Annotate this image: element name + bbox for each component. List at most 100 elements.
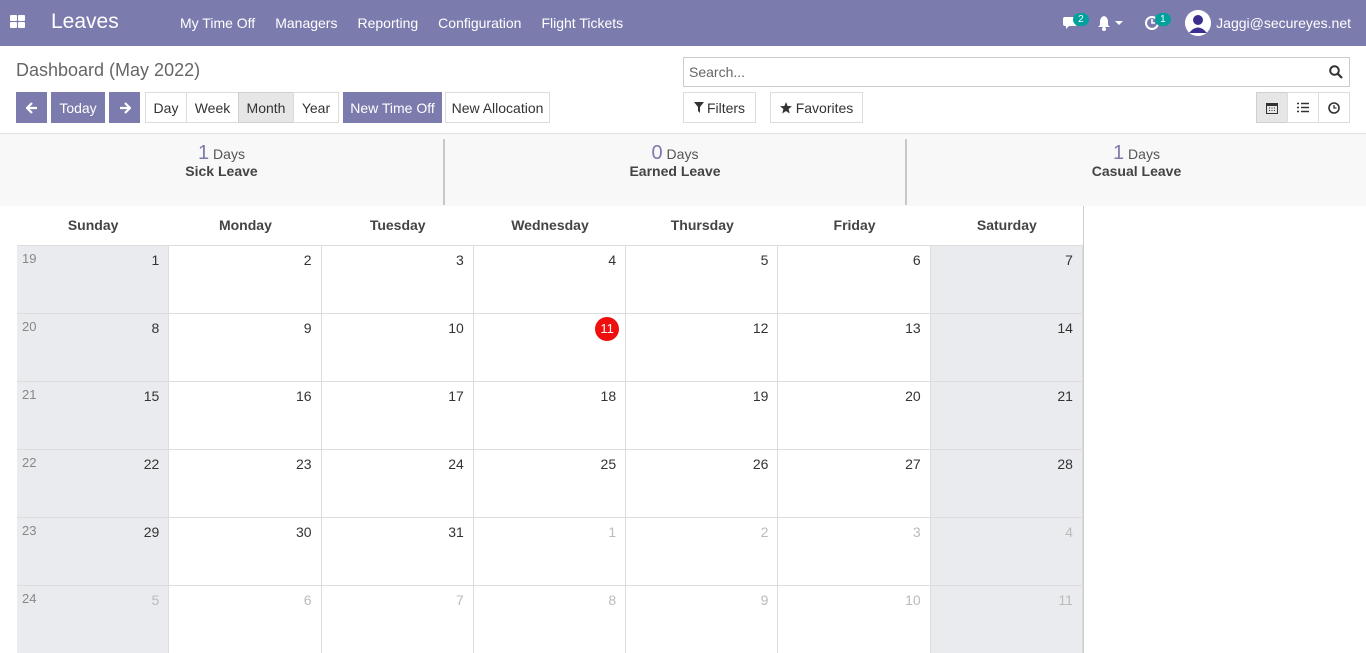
next-button[interactable]	[109, 92, 140, 123]
apps-grid-icon[interactable]	[10, 15, 26, 29]
messaging-menu[interactable]: 2	[1063, 0, 1089, 46]
app-brand[interactable]: Leaves	[51, 10, 119, 34]
calendar-day-cell[interactable]: 26	[626, 450, 779, 518]
user-menu[interactable]: Jaggi@secureyes.net	[1185, 10, 1351, 36]
previous-button[interactable]	[16, 92, 47, 123]
calendar-day-cell[interactable]: 24	[321, 450, 474, 518]
week-number: 23	[22, 523, 37, 538]
calendar-day-cell[interactable]: 5	[626, 246, 779, 314]
calendar-day-cell[interactable]: 3	[778, 518, 931, 586]
calendar-day-cell[interactable]: 14	[930, 314, 1083, 382]
search-icon[interactable]	[1329, 65, 1343, 79]
calendar-day-cell[interactable]: 31	[321, 518, 474, 586]
calendar-day-cell[interactable]: 20 8	[17, 314, 170, 382]
calendar-day-cell[interactable]: 20	[778, 382, 931, 450]
menu-flight-tickets[interactable]: Flight Tickets	[531, 0, 633, 46]
day-number: 2	[760, 524, 769, 540]
calendar-day-cell[interactable]: 19 1	[17, 246, 170, 314]
calendar-day-cell[interactable]: 17	[321, 382, 474, 450]
calendar-day-cell[interactable]: 6	[169, 586, 322, 653]
calendar-week-row: 20 8 9 10 11 12 13 14	[17, 313, 1083, 382]
day-number: 15	[143, 388, 160, 404]
month-calendar: Sunday Monday Tuesday Wednesday Thursday…	[17, 206, 1084, 653]
calendar-day-cell[interactable]: 9	[169, 314, 322, 382]
day-number: 12	[752, 320, 769, 336]
calendar-day-cell[interactable]: 21	[930, 382, 1083, 450]
weekday-friday: Friday	[833, 217, 876, 233]
new-allocation-button[interactable]: New Allocation	[445, 92, 550, 123]
calendar-day-cell[interactable]: 25	[473, 450, 627, 518]
scale-month-button[interactable]: Month	[238, 92, 294, 123]
calendar-day-cell[interactable]: 19	[626, 382, 779, 450]
weekday-sunday: Sunday	[67, 217, 119, 233]
day-number: 13	[905, 320, 921, 336]
calendar-day-cell[interactable]: 22 22	[17, 450, 170, 518]
weekday-header: Sunday Monday Tuesday Wednesday Thursday…	[17, 206, 1083, 245]
calendar-view-button[interactable]	[1256, 92, 1288, 123]
new-time-off-button[interactable]: New Time Off	[343, 92, 442, 123]
summary-label: Earned Leave	[629, 163, 721, 179]
summary-unit: Days	[1128, 146, 1160, 162]
day-number: 20	[905, 388, 921, 404]
calendar-day-cell[interactable]: 16	[169, 382, 322, 450]
day-number: 28	[1057, 456, 1073, 472]
day-number: 4	[1065, 524, 1073, 540]
calendar-day-cell[interactable]: 1	[473, 518, 627, 586]
scale-year-button[interactable]: Year	[293, 92, 339, 123]
day-number: 26	[752, 456, 769, 472]
calendar-day-cell[interactable]: 28	[930, 450, 1083, 518]
day-number: 6	[912, 252, 921, 268]
filters-button[interactable]: Filters	[683, 92, 756, 123]
day-number: 1	[608, 524, 617, 540]
calendar-day-cell[interactable]: 2	[169, 246, 322, 314]
filter-icon	[693, 102, 704, 113]
calendar-day-cell[interactable]: 24 5	[17, 586, 170, 653]
calendar-day-cell[interactable]: 18	[473, 382, 627, 450]
calendar-day-cell[interactable]: 8	[473, 586, 627, 653]
calendar-day-cell[interactable]: 27	[778, 450, 931, 518]
today-button[interactable]: Today	[51, 92, 105, 123]
weekday-thursday: Thursday	[670, 217, 734, 233]
scale-day-button[interactable]: Day	[145, 92, 187, 123]
search-input[interactable]	[684, 58, 1304, 86]
menu-managers[interactable]: Managers	[265, 0, 347, 46]
leave-summary: 1 Days Sick Leave 0 Days Earned Leave 1 …	[0, 133, 1366, 206]
calendar-day-cell[interactable]: 13	[778, 314, 931, 382]
calendar-day-cell[interactable]: 12	[626, 314, 779, 382]
scale-week-button[interactable]: Week	[186, 92, 239, 123]
notifications-menu[interactable]	[1097, 0, 1124, 46]
avatar	[1185, 10, 1212, 36]
day-number: 16	[295, 388, 312, 404]
calendar-day-cell[interactable]: 23 29	[17, 518, 170, 586]
day-number: 31	[448, 524, 464, 540]
calendar-day-cell[interactable]: 9	[626, 586, 779, 653]
activity-view-button[interactable]	[1318, 92, 1350, 123]
day-number: 8	[608, 592, 617, 608]
calendar-day-cell[interactable]: 4	[473, 246, 627, 314]
calendar-day-cell[interactable]: 11	[473, 314, 627, 382]
calendar-day-cell[interactable]: 3	[321, 246, 474, 314]
bell-icon	[1098, 15, 1111, 31]
favorites-button[interactable]: Favorites	[770, 92, 863, 123]
calendar-day-cell[interactable]: 10	[321, 314, 474, 382]
calendar-day-cell[interactable]: 7	[930, 246, 1083, 314]
calendar-day-cell[interactable]: 23	[169, 450, 322, 518]
summary-unit: Days	[666, 146, 699, 162]
calendar-day-cell[interactable]: 21 15	[17, 382, 170, 450]
calendar-day-cell[interactable]: 2	[626, 518, 779, 586]
day-number: 21	[1057, 388, 1073, 404]
day-number: 11	[1058, 592, 1073, 608]
calendar-day-cell[interactable]: 4	[930, 518, 1083, 586]
calendar-day-cell[interactable]: 6	[778, 246, 931, 314]
activities-menu[interactable]: 1	[1145, 0, 1171, 46]
calendar-day-cell[interactable]: 7	[321, 586, 474, 653]
menu-my-time-off[interactable]: My Time Off	[170, 0, 265, 46]
day-number: 5	[760, 252, 769, 268]
menu-reporting[interactable]: Reporting	[347, 0, 428, 46]
calendar-day-cell[interactable]: 30	[169, 518, 322, 586]
day-number: 24	[448, 456, 464, 472]
calendar-day-cell[interactable]: 11	[930, 586, 1083, 653]
menu-configuration[interactable]: Configuration	[428, 0, 531, 46]
calendar-day-cell[interactable]: 10	[778, 586, 931, 653]
list-view-button[interactable]	[1287, 92, 1319, 123]
